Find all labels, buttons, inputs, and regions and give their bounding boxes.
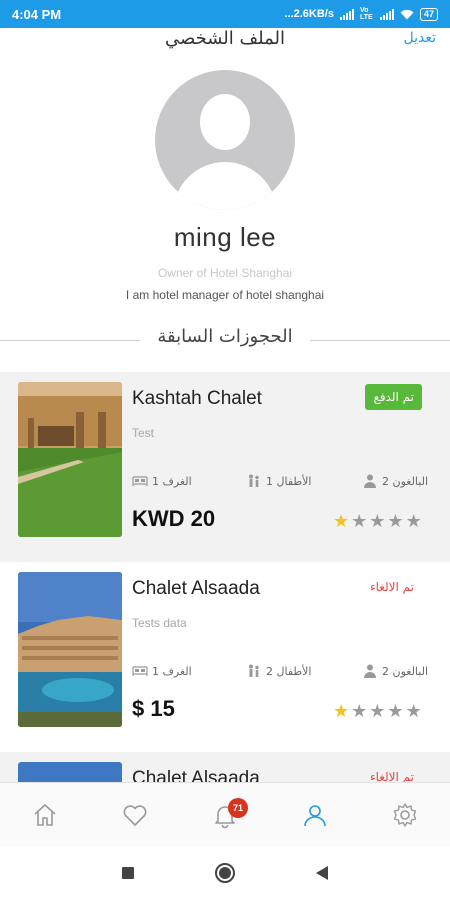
nav-profile[interactable] <box>290 790 340 840</box>
network-speed: ...2.6KB/s <box>284 8 334 20</box>
volte-label: Vo LTE <box>359 7 373 21</box>
children-label: 1 الأطفال <box>266 474 312 488</box>
triangle-back-icon <box>315 866 328 880</box>
page-title: الملف الشخصي <box>165 28 285 49</box>
gear-icon <box>393 802 417 827</box>
user-role: Owner of Hotel Shanghai <box>157 266 293 280</box>
divider-line-right <box>310 340 450 341</box>
status-badge: تم الالغاء <box>369 770 414 782</box>
star-icon: ★ <box>369 511 386 531</box>
user-bio: I am hotel manager of hotel shanghai <box>125 288 325 302</box>
recents-button[interactable] <box>108 853 148 893</box>
signal-icon-2 <box>379 8 394 20</box>
children-label: 2 الأطفال <box>266 664 312 678</box>
star-icon: ★ <box>405 701 422 721</box>
bed-icon <box>132 666 148 676</box>
adults-label: 2 البالغون <box>382 474 428 488</box>
booking-card[interactable]: Chalet Alsaada تم الالغاء <box>0 752 450 782</box>
rooms-info: 1 الغرف <box>132 474 192 488</box>
status-time: 4:04 PM <box>12 6 62 22</box>
star-icon: ★ <box>387 511 404 531</box>
status-badge: تم الدفع <box>365 384 422 410</box>
booking-card[interactable]: Chalet Alsaada Tests data تم الالغاء 1 ا… <box>0 562 450 752</box>
home-icon <box>34 803 56 826</box>
adult-icon <box>364 664 376 678</box>
hotel-description: Test <box>132 426 155 440</box>
children-icon <box>249 664 259 677</box>
adult-icon <box>364 474 376 488</box>
bottom-nav: 71 <box>0 782 450 846</box>
bed-icon <box>132 476 148 486</box>
hotel-description: Tests data <box>132 616 187 630</box>
adults-label: 2 البالغون <box>382 664 428 678</box>
nav-notifications[interactable]: 71 <box>200 790 250 840</box>
section-divider: الحجوزات السابقة <box>0 326 450 356</box>
rooms-info: 1 الغرف <box>132 664 192 678</box>
status-badge: تم الالغاء <box>369 580 414 594</box>
star-icon: ★ <box>351 511 368 531</box>
notification-badge: 71 <box>228 797 248 818</box>
children-icon <box>249 474 259 487</box>
status-bar: 4:04 PM ...2.6KB/s Vo LTE 47 <box>0 0 450 28</box>
children-info: 1 الأطفال <box>246 474 312 488</box>
nav-favorites[interactable] <box>110 790 160 840</box>
back-button[interactable] <box>302 853 342 893</box>
star-icon: ★ <box>369 701 386 721</box>
edit-button[interactable]: تعديل <box>404 30 437 46</box>
adults-info: 2 البالغون <box>362 664 428 678</box>
signal-icon <box>339 8 354 20</box>
avatar-body <box>173 162 277 210</box>
user-name: ming lee <box>173 222 277 252</box>
adults-info: 2 البالغون <box>362 474 428 488</box>
booking-card[interactable]: Kashtah Chalet Test تم الدفع 1 الغرف 1 ا… <box>0 372 450 562</box>
hotel-name: Chalet Alsaada <box>132 578 260 599</box>
battery-icon: 47 <box>419 7 438 21</box>
bookings-list[interactable]: Kashtah Chalet Test تم الدفع 1 الغرف 1 ا… <box>0 372 450 782</box>
avatar[interactable] <box>155 70 295 210</box>
rooms-label: 1 الغرف <box>152 664 192 678</box>
star-icon: ★ <box>333 701 350 721</box>
hotel-name: Kashtah Chalet <box>132 388 262 409</box>
square-icon <box>122 867 135 879</box>
user-icon <box>304 804 326 826</box>
hotel-name: Chalet Alsaada <box>132 768 260 782</box>
system-nav-bar <box>0 846 450 900</box>
home-button[interactable] <box>205 853 245 893</box>
hotel-image <box>18 762 122 782</box>
nav-home[interactable] <box>20 790 70 840</box>
hotel-image <box>18 382 122 537</box>
circle-icon <box>214 863 235 883</box>
header: الملف الشخصي تعديل <box>0 28 450 58</box>
rooms-label: 1 الغرف <box>152 474 192 488</box>
section-title: الحجوزات السابقة <box>157 326 293 347</box>
star-icon: ★ <box>387 701 404 721</box>
wifi-icon <box>400 9 414 19</box>
price: $ 15 <box>132 696 175 721</box>
hotel-image <box>18 572 122 727</box>
star-rating: ★ ★ ★ ★ ★ <box>333 512 422 530</box>
star-icon: ★ <box>333 511 350 531</box>
nav-settings[interactable] <box>380 790 430 840</box>
children-info: 2 الأطفال <box>246 664 312 678</box>
star-icon: ★ <box>405 511 422 531</box>
heart-icon <box>123 804 147 826</box>
price: KWD 20 <box>132 506 216 531</box>
avatar-head <box>200 94 250 150</box>
star-rating: ★ ★ ★ ★ ★ <box>333 702 422 720</box>
star-icon: ★ <box>351 701 368 721</box>
status-icons: ...2.6KB/s Vo LTE 47 <box>284 7 438 21</box>
